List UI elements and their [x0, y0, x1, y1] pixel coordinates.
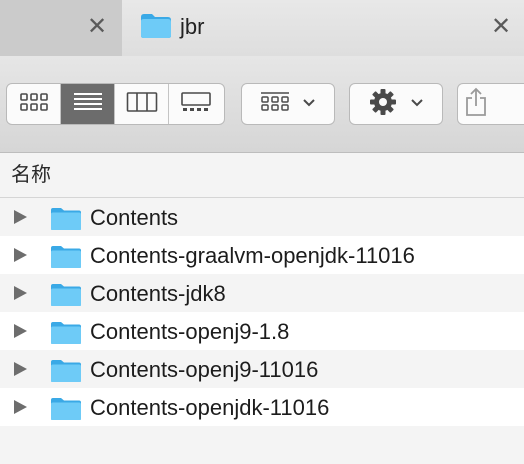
tab-bar: ✕ jbr ✕	[0, 0, 524, 56]
list-item[interactable]: Contents-openjdk-11016	[0, 388, 524, 426]
list-item[interactable]: Contents-jdk8	[0, 274, 524, 312]
list-item[interactable]: Contents-openj9-11016	[0, 350, 524, 388]
folder-icon	[50, 207, 82, 236]
gallery-icon	[180, 91, 212, 118]
columns-icon	[126, 91, 158, 118]
disclosure-triangle-icon[interactable]	[14, 400, 27, 414]
chevron-down-icon	[410, 95, 424, 113]
name-column-header[interactable]: 名称	[11, 163, 51, 187]
share-button[interactable]	[457, 83, 524, 125]
gear-icon	[368, 87, 398, 122]
grid-icon	[19, 91, 49, 118]
file-name: Contents	[90, 205, 179, 230]
list-item[interactable]: Contents	[0, 198, 524, 236]
list-item[interactable]: Contents-openj9-1.8	[0, 312, 524, 350]
disclosure-triangle-icon[interactable]	[14, 362, 27, 376]
chevron-down-icon	[302, 95, 316, 113]
group-by-button[interactable]	[241, 83, 335, 125]
column-view-button[interactable]	[115, 84, 169, 124]
file-name: Contents-graalvm-openjdk-11016	[90, 243, 415, 268]
tab-active[interactable]: jbr ✕	[122, 0, 524, 56]
file-list: Contents Contents-graalvm-openjdk-11016 …	[0, 198, 524, 464]
disclosure-triangle-icon[interactable]	[14, 210, 27, 224]
empty-row	[0, 426, 524, 464]
disclosure-triangle-icon[interactable]	[14, 286, 27, 300]
folder-icon	[50, 359, 82, 388]
icon-view-button[interactable]	[7, 84, 61, 124]
list-icon	[73, 91, 103, 118]
tab-close-icon[interactable]: ✕	[489, 14, 513, 40]
disclosure-triangle-icon[interactable]	[14, 324, 27, 338]
disclosure-triangle-icon[interactable]	[14, 248, 27, 262]
folder-icon	[140, 13, 172, 44]
folder-icon	[50, 245, 82, 274]
file-name: Contents-openjdk-11016	[90, 395, 330, 420]
file-name: Contents-jdk8	[90, 281, 226, 306]
tab-title: jbr	[180, 14, 205, 39]
file-name: Contents-openj9-11016	[90, 357, 319, 382]
folder-icon	[50, 397, 82, 426]
list-view-button[interactable]	[61, 84, 115, 124]
toolbar	[0, 56, 524, 153]
group-grid-icon	[260, 91, 290, 118]
gallery-view-button[interactable]	[169, 84, 223, 124]
action-menu-button[interactable]	[349, 83, 443, 125]
folder-icon	[50, 283, 82, 312]
list-item[interactable]: Contents-graalvm-openjdk-11016	[0, 236, 524, 274]
file-name: Contents-openj9-1.8	[90, 319, 290, 344]
view-mode-segmented-control	[6, 83, 225, 125]
tab-close-icon[interactable]: ✕	[85, 14, 109, 40]
column-header: 名称	[0, 153, 524, 198]
folder-icon	[50, 321, 82, 350]
tab-inactive[interactable]: ✕	[0, 0, 123, 56]
share-icon	[464, 87, 488, 122]
